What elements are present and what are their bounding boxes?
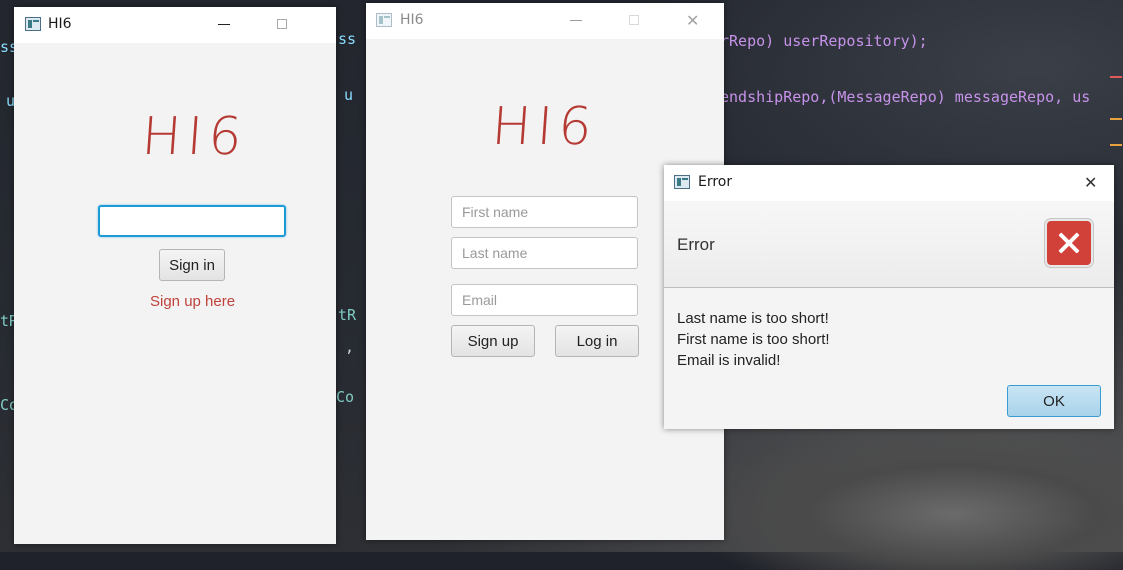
close-button[interactable]: ✕	[670, 3, 716, 39]
code-fragment: Co	[336, 388, 355, 406]
maximize-button[interactable]	[612, 3, 658, 39]
maximize-button[interactable]	[260, 7, 306, 43]
error-icon	[1045, 219, 1093, 267]
close-icon: ✕	[1084, 173, 1098, 192]
dialog-title: Error	[698, 174, 733, 190]
login-button[interactable]: Log in	[555, 325, 639, 357]
wallpaper-moon	[700, 430, 1123, 570]
gutter-marker	[1110, 118, 1122, 120]
signup-link[interactable]: Sign up here	[150, 293, 235, 310]
gutter-marker	[1110, 144, 1122, 146]
username-input[interactable]	[98, 205, 286, 237]
window-title: HI6	[48, 16, 72, 32]
close-button[interactable]: ✕	[1068, 165, 1114, 201]
error-message: Email is invalid!	[677, 352, 781, 369]
app-logo: HI6	[139, 107, 250, 167]
last-name-input[interactable]	[451, 237, 638, 269]
code-fragment: u	[344, 86, 354, 104]
signup-button[interactable]: Sign up	[451, 325, 535, 357]
code-fragment: endshipRepo,(MessageRepo) messageRepo, u…	[720, 88, 1091, 106]
ok-button[interactable]: OK	[1007, 385, 1101, 417]
error-titlebar[interactable]: Error ✕	[664, 165, 1114, 201]
minimize-icon	[570, 20, 582, 21]
minimize-icon	[218, 24, 230, 25]
code-fragment: tR	[338, 306, 357, 324]
close-icon: ✕	[686, 11, 700, 30]
error-message: First name is too short!	[677, 331, 830, 348]
app-logo: HI6	[489, 97, 600, 157]
signup-titlebar[interactable]: HI6 ✕	[366, 3, 724, 39]
error-dialog: Error ✕ Error Last name is too short! Fi…	[664, 165, 1114, 429]
dialog-header-text: Error	[677, 235, 715, 254]
dialog-header: Error	[664, 201, 1114, 288]
app-icon	[376, 13, 392, 27]
code-fragment: rRepo) userRepository);	[720, 32, 928, 50]
minimize-button[interactable]	[554, 3, 600, 39]
minimize-button[interactable]	[202, 7, 248, 43]
signin-window: HI6 HI6 Sign in Sign up here	[14, 7, 336, 544]
error-message: Last name is too short!	[677, 310, 829, 327]
window-title: HI6	[400, 12, 424, 28]
code-fragment: ,	[345, 338, 355, 356]
app-icon	[674, 175, 690, 189]
signin-titlebar[interactable]: HI6	[14, 7, 336, 43]
maximize-icon	[277, 19, 287, 29]
gutter-marker	[1110, 76, 1122, 78]
code-fragment: ss	[338, 30, 357, 48]
email-input[interactable]	[451, 284, 638, 316]
app-icon	[25, 17, 41, 31]
first-name-input[interactable]	[451, 196, 638, 228]
signin-button[interactable]: Sign in	[159, 249, 225, 281]
maximize-icon	[629, 15, 639, 25]
